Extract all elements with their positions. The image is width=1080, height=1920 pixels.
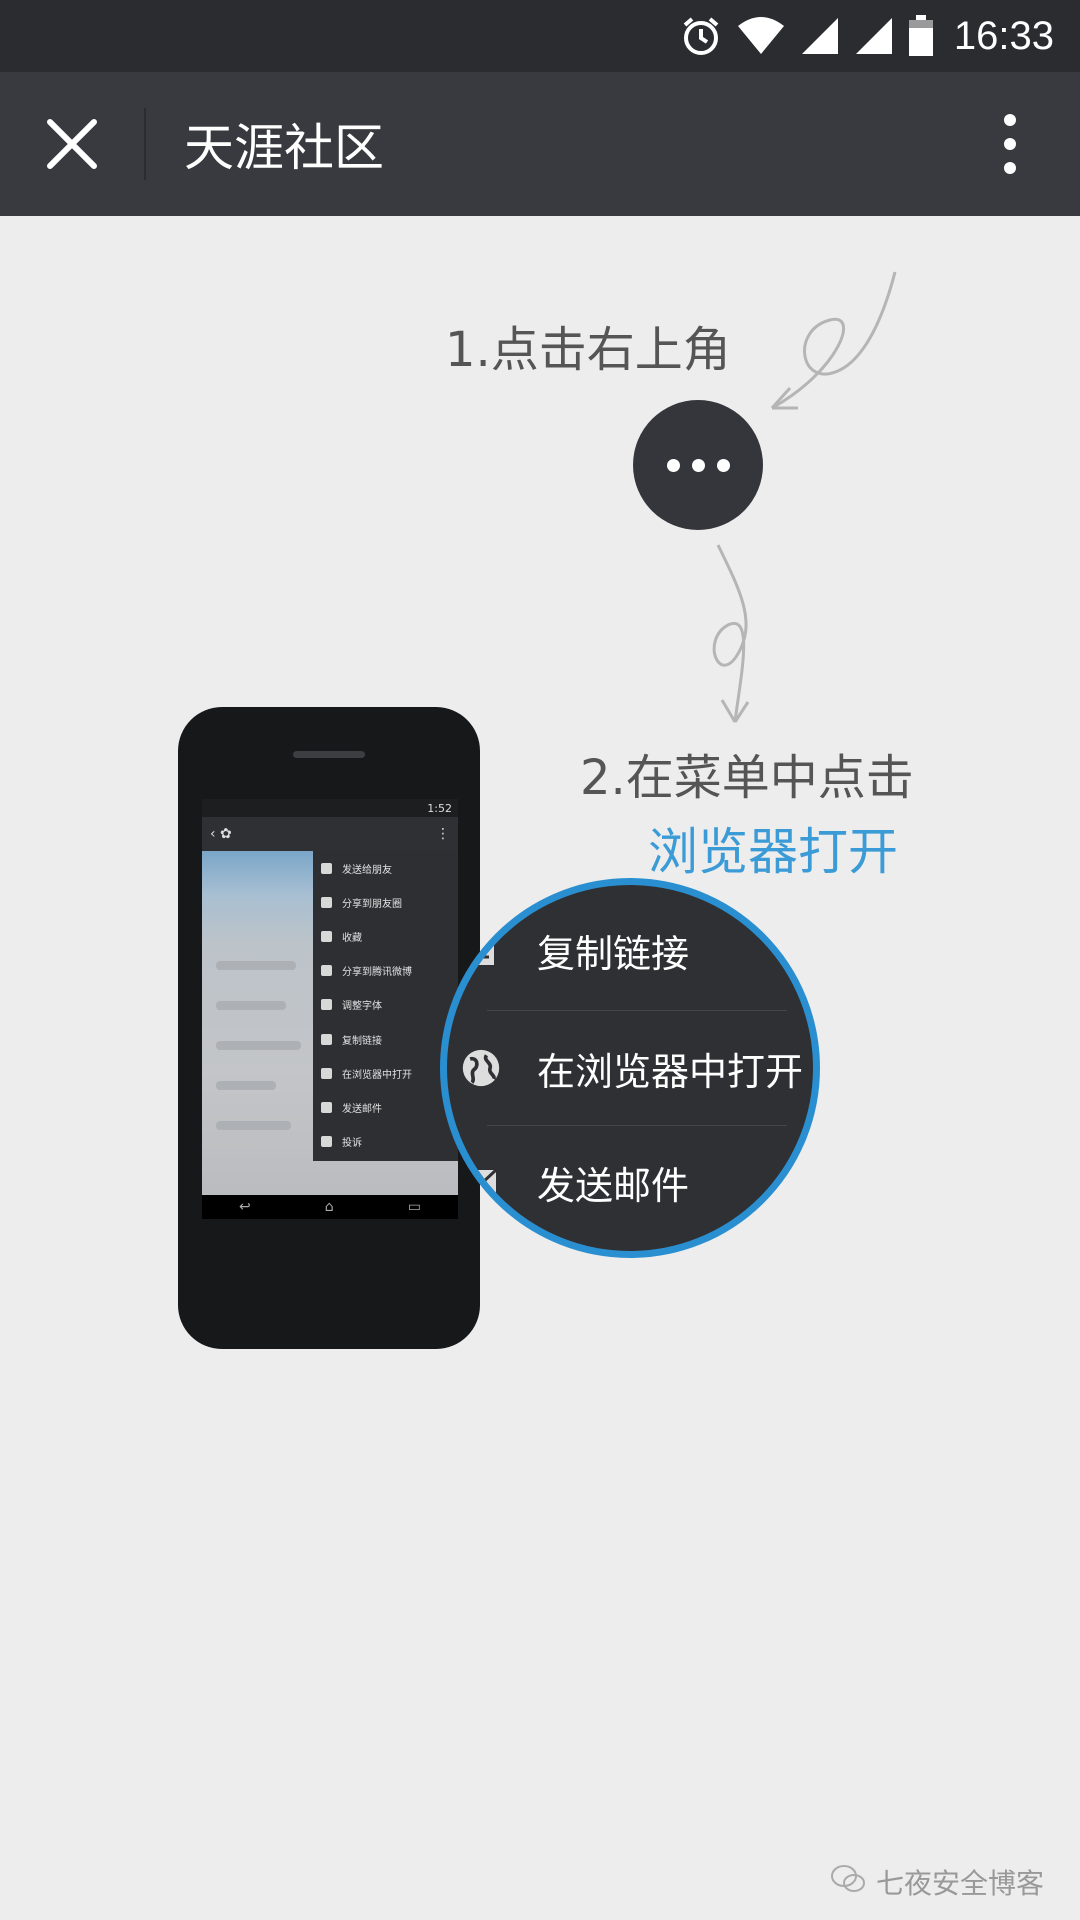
watermark-text: 七夜安全博客 xyxy=(875,1867,1044,1900)
signal-icon xyxy=(854,16,894,56)
dot-icon xyxy=(666,458,680,472)
mail-icon xyxy=(461,1162,501,1202)
magnifier-item-copy-link: 复制链接 xyxy=(447,893,813,1007)
magnifier-callout: 复制链接 在浏览器中打开 发送邮件 xyxy=(440,878,820,1258)
magnifier-item-open-in-browser: 在浏览器中打开 xyxy=(447,1011,813,1125)
menu-dots-illustration xyxy=(633,400,763,530)
mockup-menu-item: 在浏览器中打开 xyxy=(313,1056,458,1090)
mockup-menu-item: 发送邮件 xyxy=(313,1090,458,1124)
magnifier-item-label: 在浏览器中打开 xyxy=(537,1049,804,1094)
copy-icon xyxy=(321,1033,332,1045)
moments-icon xyxy=(321,896,332,908)
recents-icon: ▭ xyxy=(407,1199,421,1215)
back-icon: ↩ xyxy=(239,1199,251,1215)
page-title: 天涯社区 xyxy=(184,119,384,177)
globe-icon xyxy=(461,1048,501,1088)
magnifier-item-label: 复制链接 xyxy=(537,931,690,976)
mockup-status-time: 1:52 xyxy=(427,801,452,815)
phone-mockup: 1:52 ‹ ✿ ⋮ 发送给朋友 分享到朋友圈 收藏 分享到腾讯微博 调整字体 … xyxy=(178,707,480,1349)
title-divider xyxy=(144,108,146,180)
weibo-icon xyxy=(321,965,332,977)
status-bar: 16:33 xyxy=(0,0,1080,72)
dot-icon xyxy=(691,458,705,472)
mockup-menu-item: 发送给朋友 xyxy=(313,851,458,885)
mockup-nav-bar: ↩ ⌂ ▭ xyxy=(202,1195,458,1219)
wifi-icon xyxy=(736,16,786,56)
alarm-icon xyxy=(680,15,722,57)
mockup-menu-item: 收藏 xyxy=(313,919,458,953)
signal-icon xyxy=(800,16,840,56)
close-icon xyxy=(47,119,97,169)
arrowhead-2 xyxy=(720,699,750,723)
home-icon: ⌂ xyxy=(324,1199,334,1215)
dot-icon xyxy=(716,458,730,472)
copy-icon xyxy=(461,930,501,970)
mail-icon xyxy=(321,1101,332,1113)
mockup-menu: 发送给朋友 分享到朋友圈 收藏 分享到腾讯微博 调整字体 复制链接 在浏览器中打… xyxy=(313,851,458,1161)
mockup-menu-item: 分享到腾讯微博 xyxy=(313,954,458,988)
share-icon xyxy=(321,862,332,874)
phone-speaker xyxy=(293,751,365,758)
wechat-logo-icon xyxy=(830,1864,866,1901)
magnifier-item-label: 发送邮件 xyxy=(537,1163,690,1208)
wechat-icon: ‹ ✿ xyxy=(210,826,232,842)
mockup-menu-item: 投诉 xyxy=(313,1125,458,1159)
battery-icon xyxy=(908,15,934,57)
step2-text: 2.在菜单中点击 xyxy=(580,750,914,806)
mockup-menu-item: 调整字体 xyxy=(313,988,458,1022)
close-button[interactable] xyxy=(0,72,144,216)
status-time: 16:33 xyxy=(953,13,1054,58)
curly-arrow-2 xyxy=(712,544,748,723)
more-vertical-icon xyxy=(1004,114,1016,174)
mockup-menu-item: 复制链接 xyxy=(313,1022,458,1056)
step2-highlight-text: 浏览器打开 xyxy=(648,823,898,881)
font-icon xyxy=(321,999,332,1011)
warning-icon xyxy=(321,1136,332,1148)
globe-icon xyxy=(321,1067,332,1079)
favorite-icon xyxy=(321,930,332,942)
title-bar: 天涯社区 xyxy=(0,72,1080,216)
more-vertical-icon: ⋮ xyxy=(436,826,450,842)
mockup-status-bar: 1:52 xyxy=(202,799,458,817)
curly-arrow-1 xyxy=(771,271,897,410)
watermark: 七夜安全博客 xyxy=(830,1862,1044,1902)
arrowhead-1 xyxy=(770,386,798,410)
phone-screen: 1:52 ‹ ✿ ⋮ 发送给朋友 分享到朋友圈 收藏 分享到腾讯微博 调整字体 … xyxy=(202,799,458,1219)
magnifier-item-send-email: 发送邮件 xyxy=(447,1125,813,1239)
mockup-title-bar: ‹ ✿ ⋮ xyxy=(202,817,458,851)
step1-text: 1.点击右上角 xyxy=(445,322,731,378)
mockup-menu-item: 分享到朋友圈 xyxy=(313,885,458,919)
more-options-button[interactable] xyxy=(940,72,1080,216)
